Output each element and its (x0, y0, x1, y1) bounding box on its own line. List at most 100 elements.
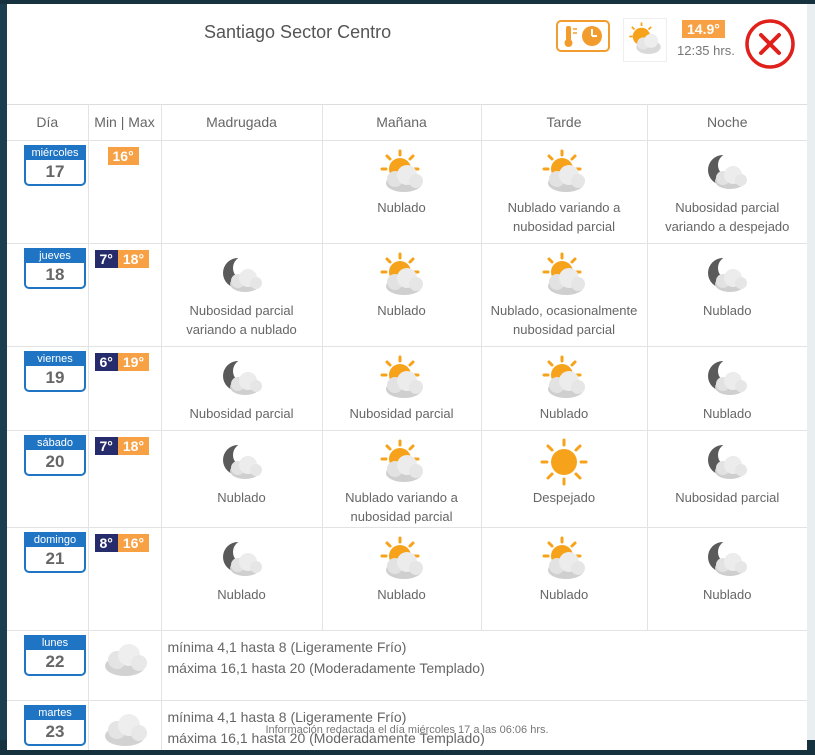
period-cell-manana: Nublado (321, 527, 482, 631)
moon-cloud-icon (708, 443, 748, 479)
cloud-icon (104, 644, 147, 676)
weekday-label: viernes (26, 353, 84, 366)
condition-label: Nubosidad parcial variando a nublado (186, 303, 297, 337)
period-cell-manana: Nubosidad parcial (321, 346, 482, 431)
sun-cloud-icon (380, 252, 423, 295)
condition-label: Nubosidad parcial (189, 406, 294, 421)
period-cell-tarde: Nublado (480, 527, 648, 631)
period-cell-manana: Nublado (321, 140, 482, 244)
period-cell-madrugada: Nubosidad parcial variando a nublado (160, 243, 323, 347)
period-cell-madrugada: Nublado (160, 527, 323, 631)
min-max-cell: 7° 18° (87, 243, 162, 347)
condition-label: Nublado (217, 490, 266, 505)
min-max-cell: 6° 19° (87, 346, 162, 431)
moon-cloud-icon (708, 540, 748, 576)
date-box: lunes 22 (24, 635, 86, 676)
day-number: 17 (45, 162, 65, 181)
modal-header: Santiago Sector Centro 14.9° 12:35 hrs. (7, 4, 807, 105)
day-cell: lunes 22 (7, 630, 89, 701)
min-temp-badge: 7° (94, 437, 118, 455)
condition-label: Nublado variando a nubosidad parcial (345, 490, 458, 524)
current-temperature: 14.9° (682, 20, 725, 38)
period-cell-noche: Nublado (646, 243, 807, 347)
table-header-row: Día Min | Max Madrugada Mañana Tarde Noc… (7, 104, 807, 141)
column-header-tarde: Tarde (480, 104, 648, 141)
moon-cloud-icon (222, 443, 262, 479)
period-cell-tarde: Nublado (480, 346, 648, 431)
condition-label: Nubosidad parcial (349, 406, 454, 421)
max-temp-badge: 18° (117, 437, 150, 455)
date-box: viernes 19 (24, 351, 86, 392)
day-number: 18 (45, 265, 65, 284)
sun-cloud-icon (542, 355, 585, 398)
min-temp-badge: 6° (94, 353, 118, 371)
condition-label: Nubosidad parcial (675, 490, 780, 505)
close-button[interactable] (744, 18, 796, 70)
extended-forecast-row: lunes 22 mínima 4,1 hasta 8 (Ligeramente F… (7, 630, 807, 701)
moon-cloud-icon (222, 359, 262, 395)
background-right-edge (807, 4, 815, 740)
condition-label: Nublado (539, 587, 589, 602)
min-summary: mínima 4,1 hasta 8 (Ligeramente Frío) (167, 639, 407, 655)
max-temp-badge: 16° (107, 147, 139, 165)
max-summary: máxima 16,1 hasta 20 (Moderadamente Temp… (167, 660, 485, 676)
sun-cloud-icon (542, 536, 585, 579)
min-max-cell: 8° 16° (87, 527, 162, 631)
forecast-row: sábado 20 7° 18° Nublado Nublado variando a n… (7, 430, 807, 528)
max-temp-badge: 19° (117, 353, 150, 371)
column-header-day: Día (7, 104, 89, 141)
forecast-row: domingo 21 8° 16° Nublado Nublado Nublado Nubla… (7, 527, 807, 631)
condition-label: Despejado (532, 490, 596, 505)
min-max-cell: 16° (87, 140, 162, 244)
condition-label: Nublado (377, 200, 426, 215)
period-cell-noche: Nubosidad parcial variando a despejado (646, 140, 807, 244)
condition-label: Nublado (217, 587, 266, 602)
moon-cloud-icon (222, 256, 262, 292)
forecast-row: miércoles 17 16° Nublado Nublado variando a … (7, 140, 807, 244)
location-title: Santiago Sector Centro (204, 22, 392, 42)
sun-cloud-icon (380, 149, 423, 192)
weekday-label: martes (26, 707, 84, 720)
day-cell: miércoles 17 (7, 140, 89, 244)
day-cell: sábado 20 (7, 430, 89, 528)
sun-cloud-icon (380, 439, 423, 482)
sun-icon (540, 438, 588, 486)
day-cell: viernes 19 (7, 346, 89, 431)
day-cell: domingo 21 (7, 527, 89, 631)
column-header-min-max: Min | Max (87, 104, 162, 141)
column-header-madrugada: Madrugada (160, 104, 323, 141)
day-number: 19 (45, 368, 65, 387)
weekday-label: sábado (26, 437, 84, 450)
sun-cloud-icon (380, 536, 423, 579)
condition-label: Nublado (703, 303, 752, 318)
max-temp-badge: 18° (117, 250, 150, 268)
temperature-summary: mínima 4,1 hasta 8 (Ligeramente Frío) máx… (160, 630, 807, 701)
period-cell-noche: Nubosidad parcial (646, 430, 807, 528)
column-header-noche: Noche (646, 104, 807, 141)
day-number: 21 (45, 549, 65, 568)
weekday-label: lunes (26, 637, 84, 650)
day-number: 20 (45, 452, 65, 471)
period-cell-manana: Nublado (321, 243, 482, 347)
condition-label: Nublado (377, 303, 426, 318)
condition-label: Nublado (703, 587, 752, 602)
weekday-label: miércoles (26, 147, 84, 160)
period-cell-tarde: Despejado (480, 430, 648, 528)
min-temp-badge: 8° (94, 534, 118, 552)
min-max-cell: 7° 18° (87, 430, 162, 528)
condition-label: Nubosidad parcial variando a despejado (665, 200, 790, 234)
max-temp-badge: 16° (117, 534, 150, 552)
column-header-manana: Mañana (321, 104, 482, 141)
sun-cloud-icon (542, 149, 585, 192)
period-cell-tarde: Nublado variando a nubosidad parcial (480, 140, 648, 244)
sun-cloud-icon (542, 252, 585, 295)
date-box: sábado 20 (24, 435, 86, 476)
moon-cloud-icon (708, 256, 748, 292)
day-cell: jueves 18 (7, 243, 89, 347)
thermometer-clock-icon[interactable] (556, 20, 610, 52)
moon-cloud-icon (708, 359, 748, 395)
period-cell-tarde: Nublado, ocasionalmente nubosidad parcia… (480, 243, 648, 347)
moon-cloud-icon (708, 153, 748, 189)
period-cell-manana: Nublado variando a nubosidad parcial (321, 430, 482, 528)
condition-label: Nublado, ocasionalmente nubosidad parcia… (490, 303, 638, 337)
